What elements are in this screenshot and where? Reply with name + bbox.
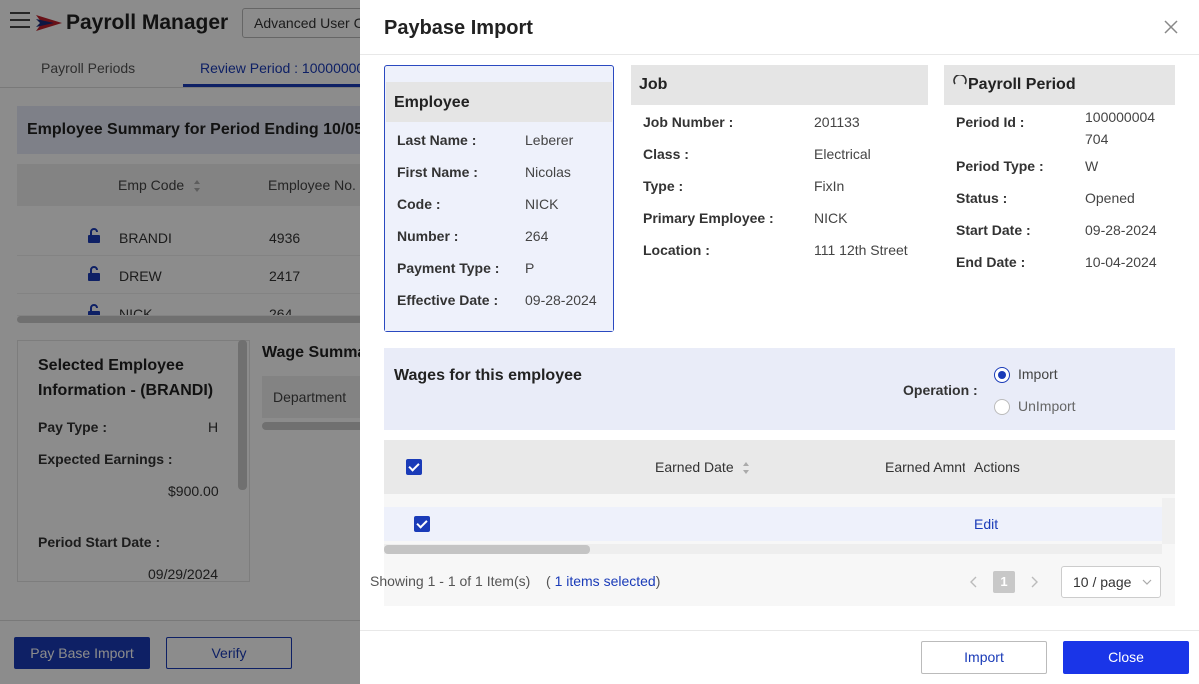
status-value: Opened xyxy=(1085,190,1135,206)
import-radio[interactable] xyxy=(994,367,1010,383)
period-id-value-line2: 704 xyxy=(1085,131,1109,147)
wages-section: Wages for this employee Operation : Impo… xyxy=(384,348,1175,430)
last-name-value: Leberer xyxy=(525,132,574,148)
grid-horizontal-scroll-thumb[interactable] xyxy=(384,545,590,554)
payment-type-value: P xyxy=(525,260,535,276)
unimport-radio-label[interactable]: UnImport xyxy=(1018,398,1076,414)
table-row[interactable]: Edit xyxy=(384,507,1162,541)
chevron-right-icon[interactable] xyxy=(1028,575,1040,589)
showing-count: Showing 1 - 1 of 1 Item(s) xyxy=(370,573,531,589)
job-card: Job Job Number : 201133 Class : Electric… xyxy=(631,65,928,285)
employee-card-title: Employee xyxy=(386,82,612,122)
period-type-value: W xyxy=(1085,158,1099,174)
chevron-down-icon xyxy=(1142,579,1152,585)
location-label: Location : xyxy=(643,242,710,258)
period-id-label: Period Id : xyxy=(956,114,1025,130)
wages-grid-body: Edit xyxy=(384,494,1175,606)
close-icon[interactable] xyxy=(1162,18,1180,36)
wages-grid-header: Earned Date Earned Amnt Actions xyxy=(384,440,1175,494)
class-label: Class : xyxy=(643,146,689,162)
row-checkbox[interactable] xyxy=(414,516,430,532)
page-number-current[interactable]: 1 xyxy=(993,571,1015,593)
sort-icon[interactable] xyxy=(742,461,750,475)
edit-link[interactable]: Edit xyxy=(974,516,998,532)
close-button[interactable]: Close xyxy=(1063,641,1189,674)
first-name-label: First Name : xyxy=(397,164,478,180)
earned-amount-header[interactable]: Earned Amnt xyxy=(885,459,965,475)
selected-count: ( 1 items selected) xyxy=(546,573,660,589)
period-type-label: Period Type : xyxy=(956,158,1044,174)
header-divider xyxy=(360,54,1199,55)
wages-title: Wages for this employee xyxy=(394,367,582,384)
status-label: Status : xyxy=(956,190,1008,206)
location-value: 111 12th Street xyxy=(814,242,908,258)
primary-employee-value: NICK xyxy=(814,210,848,226)
end-date-value: 10-04-2024 xyxy=(1085,254,1157,270)
payment-type-label: Payment Type : xyxy=(397,260,500,276)
job-number-label: Job Number : xyxy=(643,114,734,130)
selected-prefix: ( xyxy=(546,573,555,589)
employee-card: Employee Last Name : Leberer First Name … xyxy=(384,65,614,332)
paybase-import-drawer: Paybase Import Employee Last Name : Lebe… xyxy=(360,0,1199,684)
drawer-title: Paybase Import xyxy=(384,17,533,39)
job-number-value: 201133 xyxy=(814,114,860,130)
last-name-label: Last Name : xyxy=(397,132,477,148)
number-label: Number : xyxy=(397,228,459,244)
payroll-period-card: Payroll Period Period Id : 100000004 704… xyxy=(944,65,1175,285)
code-label: Code : xyxy=(397,196,441,212)
actions-header: Actions xyxy=(974,459,1020,475)
selected-suffix: ) xyxy=(655,573,661,589)
payroll-period-title: Payroll Period xyxy=(968,76,1076,93)
first-name-value: Nicolas xyxy=(525,164,571,180)
footer-divider xyxy=(360,630,1199,631)
grid-vertical-scrollbar[interactable] xyxy=(1162,498,1175,544)
type-value: FixIn xyxy=(814,178,845,194)
effective-date-label: Effective Date : xyxy=(397,292,499,308)
type-label: Type : xyxy=(643,178,684,194)
start-date-value: 09-28-2024 xyxy=(1085,222,1157,238)
operation-label: Operation : xyxy=(903,382,978,398)
unimport-radio[interactable] xyxy=(994,399,1010,415)
employee-card-body: Last Name : Leberer First Name : Nicolas… xyxy=(385,122,613,331)
earned-date-header[interactable]: Earned Date xyxy=(655,459,734,475)
start-date-label: Start Date : xyxy=(956,222,1031,238)
chevron-left-icon[interactable] xyxy=(968,575,980,589)
selected-count-text: 1 items selected xyxy=(554,573,656,589)
page-size-select[interactable]: 10 / page xyxy=(1061,566,1161,598)
import-button[interactable]: Import xyxy=(921,641,1047,674)
import-radio-label[interactable]: Import xyxy=(1018,366,1058,382)
loading-spinner-icon xyxy=(953,75,967,85)
primary-employee-label: Primary Employee : xyxy=(643,210,774,226)
page-size-value: 10 / page xyxy=(1073,574,1132,590)
payroll-period-card-head: Payroll Period xyxy=(944,65,1175,105)
class-value: Electrical xyxy=(814,146,871,162)
number-value: 264 xyxy=(525,228,549,244)
code-value: NICK xyxy=(525,196,559,212)
select-all-checkbox[interactable] xyxy=(406,459,422,475)
period-id-value-line1: 100000004 xyxy=(1085,109,1156,125)
effective-date-value: 09-28-2024 xyxy=(525,292,597,308)
job-card-title: Job xyxy=(631,65,928,105)
end-date-label: End Date : xyxy=(956,254,1026,270)
